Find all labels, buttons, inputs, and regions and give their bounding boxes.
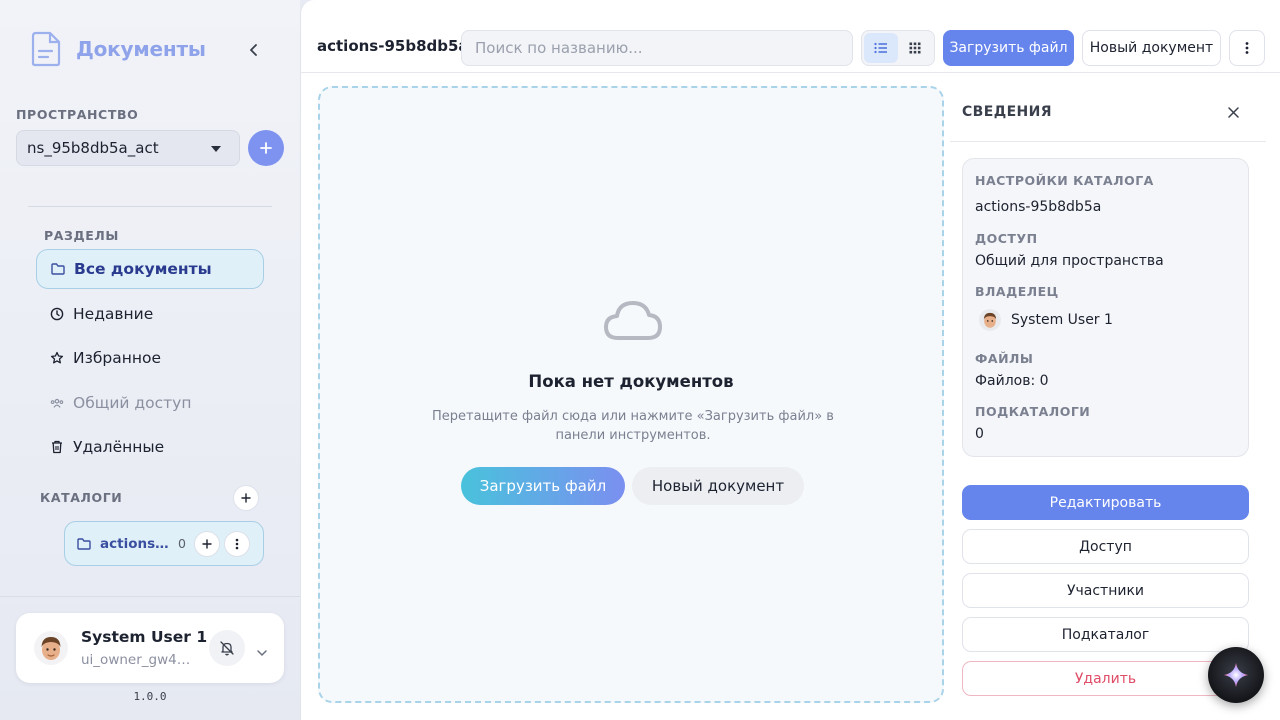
upload-file-button[interactable]: Загрузить файл bbox=[943, 30, 1074, 66]
search-input[interactable] bbox=[461, 30, 853, 66]
brand[interactable]: Документы bbox=[30, 31, 206, 67]
star-icon bbox=[50, 351, 64, 365]
plus-icon bbox=[241, 493, 251, 503]
brand-title: Документы bbox=[76, 37, 206, 61]
chevron-down-icon bbox=[257, 650, 267, 657]
subcatalog-button[interactable]: Подкаталог bbox=[962, 617, 1249, 652]
owner-name: System User 1 bbox=[1011, 312, 1113, 328]
details-card: НАСТРОЙКИ КАТАЛОГА actions-95b8db5a ДОСТ… bbox=[962, 158, 1249, 457]
list-view-button[interactable] bbox=[864, 33, 898, 63]
folder-icon bbox=[77, 537, 91, 550]
details-title: СВЕДЕНИЯ bbox=[962, 104, 1052, 120]
new-document-button[interactable]: Новый документ bbox=[1082, 30, 1221, 66]
files-label: ФАЙЛЫ bbox=[975, 351, 1034, 366]
add-subcatalog-button[interactable] bbox=[194, 530, 220, 557]
users-icon bbox=[50, 396, 64, 410]
catalog-settings-label: НАСТРОЙКИ КАТАЛОГА bbox=[975, 173, 1154, 188]
more-vertical-icon bbox=[235, 538, 239, 549]
nav-item-label: Общий доступ bbox=[73, 394, 192, 412]
app-version: 1.0.0 bbox=[133, 690, 167, 703]
nav-item-favorites[interactable]: Избранное bbox=[36, 338, 264, 378]
user-name: System User 1 bbox=[81, 628, 208, 646]
delete-button[interactable]: Удалить bbox=[962, 661, 1249, 696]
empty-state-description: Перетащите файл сюда или нажмите «Загруз… bbox=[432, 409, 834, 443]
toolbar-more-button[interactable] bbox=[1229, 30, 1265, 66]
empty-upload-button[interactable]: Загрузить файл bbox=[461, 467, 625, 505]
notifications-button[interactable] bbox=[209, 630, 245, 666]
nav-item-recent[interactable]: Недавние bbox=[36, 294, 264, 334]
cloud-icon bbox=[604, 301, 662, 340]
list-icon bbox=[874, 42, 887, 54]
document-logo-icon bbox=[31, 31, 61, 67]
edit-button[interactable]: Редактировать bbox=[962, 485, 1249, 520]
toolbar: actions-95b8db5a Загрузить файл bbox=[301, 0, 1280, 73]
bell-off-icon bbox=[220, 641, 234, 656]
user-card[interactable]: System User 1 ui_owner_gw4@... bbox=[16, 613, 284, 683]
nav-item-all-documents[interactable]: Все документы bbox=[36, 249, 264, 289]
view-toggle bbox=[861, 30, 935, 66]
more-vertical-icon bbox=[1245, 42, 1249, 54]
access-value: Общий для пространства bbox=[975, 253, 1164, 269]
files-value: Файлов: 0 bbox=[975, 373, 1049, 389]
avatar bbox=[34, 631, 68, 665]
owner-label: ВЛАДЕЛЕЦ bbox=[975, 284, 1059, 299]
empty-new-document-button[interactable]: Новый документ bbox=[632, 467, 804, 505]
close-details-button[interactable] bbox=[1225, 104, 1241, 120]
nav-item-label: Все документы bbox=[74, 260, 212, 278]
nav-item-label: Недавние bbox=[73, 305, 154, 323]
sidebar: Документы ПРОСТРАНСТВО ns_95b8db5a_act Р… bbox=[0, 0, 300, 720]
space-select[interactable]: ns_95b8db5a_act bbox=[16, 130, 240, 166]
grid-view-button[interactable] bbox=[898, 33, 932, 63]
access-button[interactable]: Доступ bbox=[962, 529, 1249, 564]
nav-item-label: Избранное bbox=[73, 349, 162, 367]
members-button[interactable]: Участники bbox=[962, 573, 1249, 608]
sidebar-footer-divider bbox=[0, 596, 300, 597]
catalog-more-button[interactable] bbox=[224, 530, 250, 557]
grid-icon bbox=[909, 42, 921, 54]
plus-icon bbox=[260, 142, 272, 154]
clock-icon bbox=[50, 307, 64, 321]
nav-item-label: Удалённые bbox=[73, 438, 165, 456]
nav-item-trash[interactable]: Удалённые bbox=[36, 427, 264, 467]
sections-label: РАЗДЕЛЫ bbox=[44, 228, 119, 243]
user-menu-button[interactable] bbox=[257, 642, 267, 661]
dropzone[interactable]: Пока нет документов Перетащите файл сюда… bbox=[318, 86, 944, 703]
sparkle-icon bbox=[1224, 663, 1248, 687]
owner-row: System User 1 bbox=[979, 309, 1113, 331]
folder-title: actions-95b8db5a bbox=[317, 37, 469, 55]
chevron-left-icon bbox=[250, 44, 257, 56]
sidebar-divider bbox=[28, 206, 272, 207]
ai-assistant-button[interactable] bbox=[1208, 647, 1264, 703]
empty-state-title: Пока нет документов bbox=[528, 372, 734, 391]
space-select-value: ns_95b8db5a_act bbox=[27, 139, 159, 157]
access-label: ДОСТУП bbox=[975, 231, 1038, 246]
catalog-item[interactable]: actions-95b8db5a 0 bbox=[64, 521, 264, 566]
plus-icon bbox=[202, 538, 212, 549]
catalog-item-label: actions-95b8db5a bbox=[100, 535, 170, 552]
subcatalogs-value: 0 bbox=[975, 426, 984, 442]
caret-down-icon bbox=[211, 146, 221, 152]
details-divider bbox=[950, 141, 1266, 142]
catalog-item-count: 0 bbox=[178, 536, 186, 551]
add-space-button[interactable] bbox=[248, 130, 284, 166]
catalogs-label: КАТАЛОГИ bbox=[40, 490, 123, 505]
user-email: ui_owner_gw4@... bbox=[81, 652, 196, 668]
folder-icon bbox=[51, 262, 65, 276]
nav-item-shared[interactable]: Общий доступ bbox=[36, 383, 264, 423]
main-area: actions-95b8db5a Загрузить файл bbox=[300, 0, 1280, 720]
catalog-name-value: actions-95b8db5a bbox=[975, 199, 1102, 215]
add-catalog-button[interactable] bbox=[233, 485, 259, 511]
subcatalogs-label: ПОДКАТАЛОГИ bbox=[975, 404, 1091, 419]
trash-icon bbox=[50, 440, 64, 454]
collapse-sidebar-button[interactable] bbox=[244, 40, 264, 60]
close-icon bbox=[1227, 106, 1239, 118]
space-label: ПРОСТРАНСТВО bbox=[16, 107, 139, 122]
owner-avatar bbox=[979, 309, 1001, 331]
